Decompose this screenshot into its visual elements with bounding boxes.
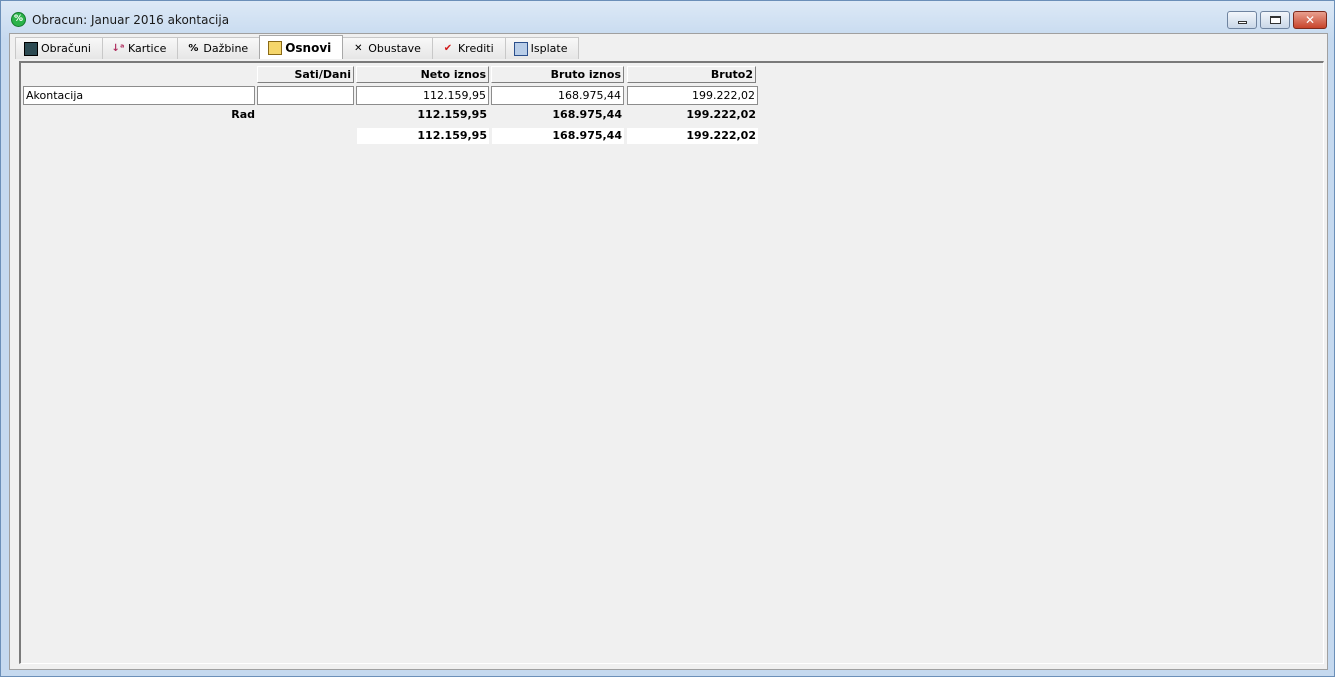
grand-bruto-total: 168.975,44 xyxy=(492,128,624,144)
tab-label: Osnovi xyxy=(285,40,332,55)
neto-iznos-field[interactable]: 112.159,95 xyxy=(356,86,489,105)
close-button[interactable]: ✕ xyxy=(1293,11,1327,29)
tab-label: Obračuni xyxy=(41,42,91,55)
minimize-icon xyxy=(1238,21,1247,24)
bruto2-field[interactable]: 199.222,02 xyxy=(627,86,758,105)
bruto-iznos-field[interactable]: 168.975,44 xyxy=(491,86,624,105)
grand-bruto2-total: 199.222,02 xyxy=(627,128,758,144)
maximize-icon xyxy=(1270,16,1281,24)
group-bruto-total: 168.975,44 xyxy=(552,108,622,121)
stack-icon xyxy=(513,41,528,56)
checkmark-icon: ✔ xyxy=(443,42,453,54)
group-label: Rad xyxy=(231,108,255,121)
tab-isplate[interactable]: Isplate xyxy=(504,37,580,59)
window-title: Obracun: Januar 2016 akontacija xyxy=(32,13,230,27)
client-area: Obračuni ↓ᵃ Kartice % Dažbine Osnovi ✕ O… xyxy=(9,33,1328,670)
percent-icon: % xyxy=(188,42,199,54)
envelope-icon xyxy=(268,40,283,55)
column-header-neto-iznos[interactable]: Neto iznos xyxy=(356,66,489,83)
tab-obustave[interactable]: ✕ Obustave xyxy=(342,37,433,59)
column-header-sati-dani[interactable]: Sati/Dani xyxy=(257,66,354,83)
group-bruto2-total: 199.222,02 xyxy=(686,108,756,121)
osnovi-panel: Sati/Dani Neto iznos Bruto iznos Bruto2 … xyxy=(19,61,1324,664)
maximize-button[interactable] xyxy=(1260,11,1290,29)
sort-az-icon: ↓ᵃ xyxy=(111,42,125,54)
tab-osnovi[interactable]: Osnovi xyxy=(259,35,344,59)
row-name-field[interactable]: Akontacija xyxy=(23,86,255,105)
tab-obracuni[interactable]: Obračuni xyxy=(15,37,103,59)
title-bar[interactable]: % Obracun: Januar 2016 akontacija ✕ xyxy=(1,1,1334,33)
x-icon: ✕ xyxy=(354,42,363,54)
close-icon: ✕ xyxy=(1304,13,1316,27)
minimize-button[interactable] xyxy=(1227,11,1257,29)
grand-neto-total: 112.159,95 xyxy=(357,128,489,144)
app-logo-icon: % xyxy=(11,12,26,27)
tab-label: Krediti xyxy=(457,42,494,55)
column-header-bruto-iznos[interactable]: Bruto iznos xyxy=(491,66,624,83)
tab-label: Obustave xyxy=(368,42,421,55)
tab-dazbine[interactable]: % Dažbine xyxy=(177,37,261,59)
app-window: % Obracun: Januar 2016 akontacija ✕ Obra… xyxy=(0,0,1335,677)
column-header-bruto2[interactable]: Bruto2 xyxy=(627,66,756,83)
tab-label: Kartice xyxy=(127,42,167,55)
tab-strip: Obračuni ↓ᵃ Kartice % Dažbine Osnovi ✕ O… xyxy=(15,35,580,59)
group-neto-total: 112.159,95 xyxy=(417,108,487,121)
tab-label: Dažbine xyxy=(203,42,249,55)
tab-kartice[interactable]: ↓ᵃ Kartice xyxy=(101,37,179,59)
calculator-icon xyxy=(24,41,38,56)
tab-label: Isplate xyxy=(530,42,568,55)
sati-dani-field[interactable] xyxy=(257,86,354,105)
tab-krediti[interactable]: ✔ Krediti xyxy=(431,37,506,59)
